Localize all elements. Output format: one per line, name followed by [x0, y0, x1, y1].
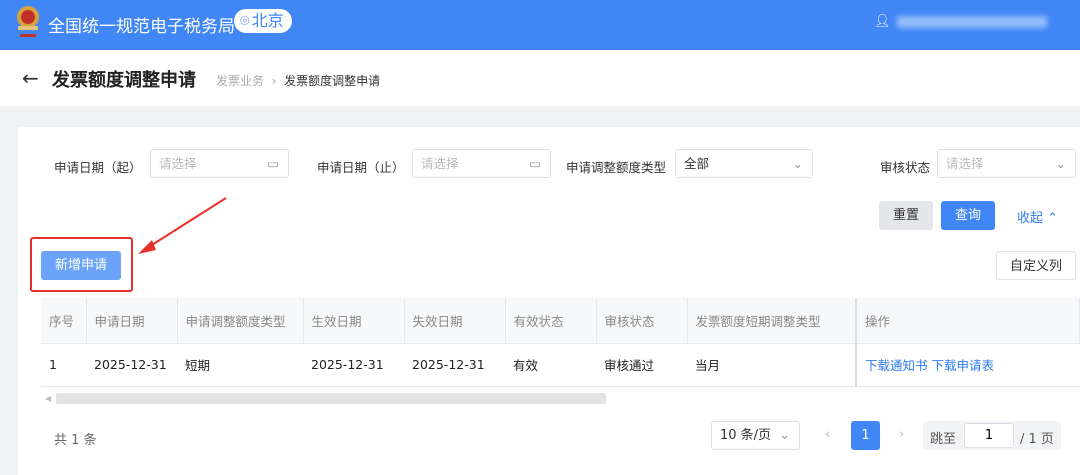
arrow-left-icon[interactable]: ← — [22, 66, 39, 90]
filter-label: 申请调整额度类型 — [566, 160, 667, 175]
column-header: 申请日期 — [86, 298, 178, 344]
custom-columns-button[interactable]: 自定义列 — [996, 251, 1076, 280]
page-size-select[interactable]: 10 条/页 ⌄ — [711, 421, 800, 450]
breadcrumb: 发票业务 › 发票额度调整申请 — [216, 74, 381, 88]
collapse-toggle[interactable]: 收起 ⌃ — [1017, 207, 1058, 226]
column-header: 有效状态 — [505, 298, 597, 344]
cell: 有效 — [505, 343, 596, 387]
total-pages: / 1 页 — [1020, 432, 1054, 447]
cell: 当月 — [687, 343, 857, 387]
breadcrumb-item[interactable]: 发票业务 — [216, 74, 264, 88]
location-selector[interactable]: ⌾ 北京 — [234, 9, 292, 33]
user-menu[interactable]: 👤︎ — [874, 14, 1047, 29]
chevron-down-icon: ⌄ — [792, 156, 803, 171]
calendar-icon: ▭ — [267, 156, 279, 171]
table-row: 1 2025-12-31 短期 2025-12-31 2025-12-31 有效 审核通过当… — [41, 343, 1080, 387]
column-header: 生效日期 — [303, 298, 405, 344]
location-label: 北京 — [251, 11, 284, 30]
cell: 短期 — [177, 343, 303, 387]
next-page-icon[interactable]: › — [899, 427, 904, 442]
reset-button[interactable]: 重置 — [879, 201, 933, 230]
cell: 2025-12-31 — [86, 343, 177, 387]
horizontal-scrollbar[interactable] — [56, 393, 606, 404]
user-icon: 👤︎ — [874, 14, 891, 29]
page-title: 发票额度调整申请 — [52, 70, 196, 91]
review-status-select[interactable]: 请选择 ⌄ — [937, 149, 1076, 178]
total-count: 共 1 条 — [54, 433, 97, 448]
column-header: 序号 — [41, 298, 87, 344]
page-1-button[interactable]: 1 — [851, 421, 880, 450]
download-notice-link[interactable]: 下载通知书 — [865, 358, 928, 373]
cell: 2025-12-31 — [404, 343, 505, 387]
cell: 1 — [41, 343, 86, 387]
jump-label: 跳至 — [930, 432, 957, 447]
adjust-type-select[interactable]: 全部 ⌄ — [675, 149, 813, 178]
table-header-row: 序号 申请日期 申请调整额度类型 生效日期 失效日期 有效状态 审核状态 发票额度短期调整类型… — [41, 298, 1080, 344]
cell-actions: 下载通知书 下载申请表 — [856, 343, 1080, 387]
column-header: 申请调整额度类型 — [177, 298, 304, 344]
column-header: 发票额度短期调整类型 — [687, 298, 857, 344]
filter-label: 申请日期（起） — [54, 160, 142, 175]
end-date-picker[interactable]: 请选择 ▭ — [412, 149, 551, 178]
cell: 审核通过 — [596, 343, 687, 387]
filter-label: 审核状态 — [880, 160, 931, 175]
location-pin-icon: ⌾ — [240, 11, 250, 30]
filter-label: 申请日期（止） — [317, 160, 405, 175]
column-header: 审核状态 — [596, 298, 688, 344]
column-header: 失效日期 — [404, 298, 506, 344]
query-button[interactable]: 查询 — [941, 201, 995, 230]
request-table: 序号 申请日期 申请调整额度类型 生效日期 失效日期 有效状态 审核状态 发票额度短期调整类型… — [41, 298, 1080, 387]
start-date-picker[interactable]: 请选择 ▭ — [150, 149, 289, 178]
download-form-link[interactable]: 下载申请表 — [932, 358, 995, 373]
chevron-up-icon: ⌃ — [1047, 211, 1059, 226]
tax-emblem-logo — [17, 6, 39, 37]
calendar-icon: ▭ — [529, 156, 541, 171]
site-name[interactable]: 全国统一规范电子税务局 — [48, 12, 235, 37]
column-header: 操作 — [856, 298, 1080, 344]
scroll-left-icon[interactable]: ◀ — [45, 394, 51, 403]
annotation-arrow — [138, 197, 227, 254]
prev-page-icon[interactable]: ‹ — [825, 427, 830, 442]
cell: 2025-12-31 — [303, 343, 404, 387]
chevron-down-icon: ⌄ — [1055, 156, 1066, 171]
add-request-button[interactable]: 新增申请 — [41, 251, 121, 280]
jump-page-input[interactable] — [964, 423, 1014, 448]
breadcrumb-current: 发票额度调整申请 — [284, 74, 381, 88]
user-name-blurred — [896, 15, 1047, 28]
chevron-down-icon: ⌄ — [779, 428, 790, 443]
